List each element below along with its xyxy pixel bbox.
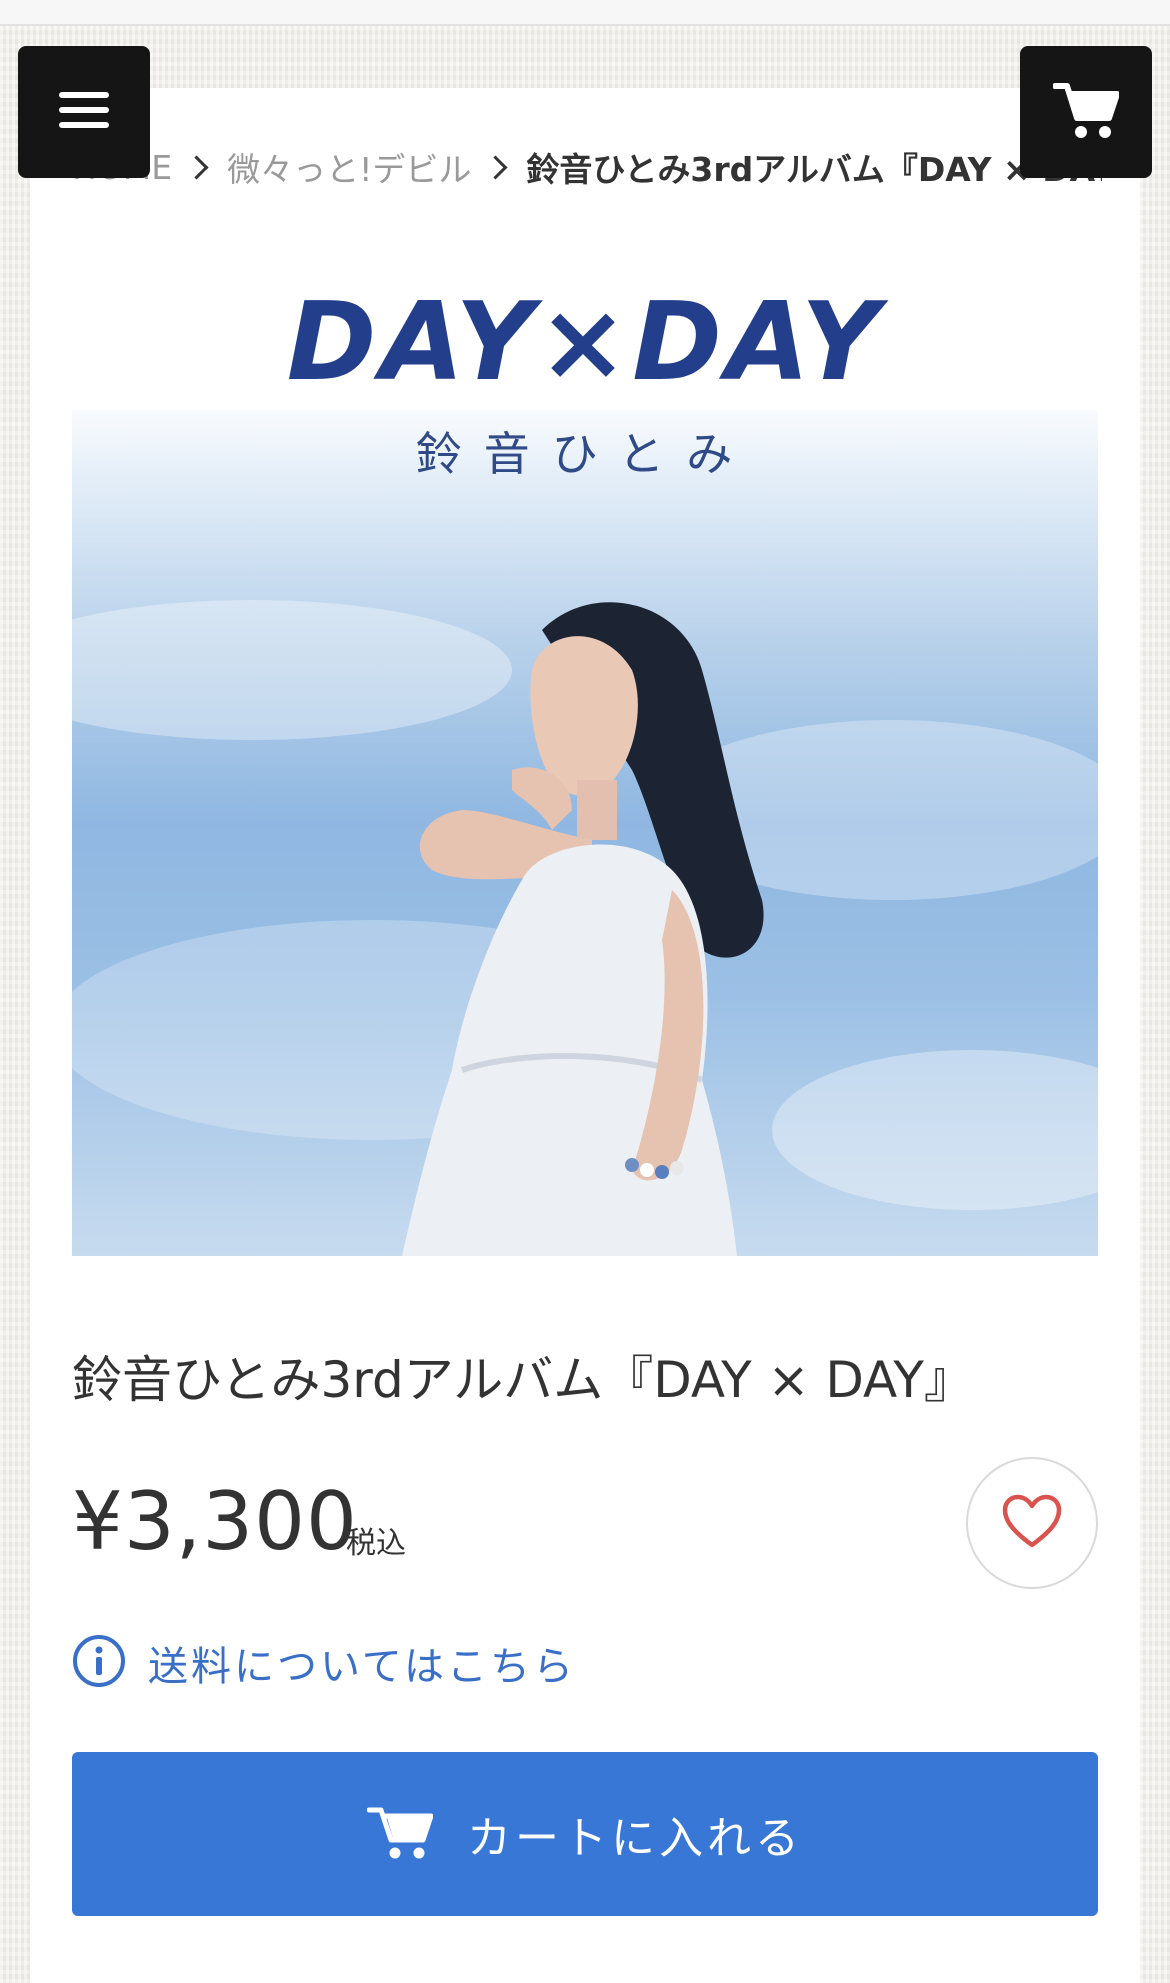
menu-icon [59, 90, 109, 134]
favorite-button[interactable] [966, 1457, 1098, 1589]
add-to-cart-button[interactable]: カートに入れる [72, 1752, 1098, 1916]
menu-button[interactable] [18, 46, 150, 178]
chevron-right-icon [483, 154, 508, 180]
breadcrumb: HOME 微々っと!デビル 鈴音ひとみ3rdアルバム『DAY × DAY』 [72, 142, 1102, 192]
cover-title: DAY×DAY [286, 280, 884, 405]
cover-art: DAY×DAY 鈴音ひとみ [72, 250, 1098, 1256]
breadcrumb-category[interactable]: 微々っと!デビル [227, 143, 471, 191]
breadcrumb-current: 鈴音ひとみ3rdアルバム『DAY × DAY』 [526, 150, 1102, 189]
shipping-info-link[interactable]: 送料についてはこちら [72, 1635, 576, 1691]
product-price: ¥3,300 [72, 1475, 358, 1568]
add-to-cart-label: カートに入れる [467, 1813, 803, 1864]
product-image[interactable]: DAY×DAY 鈴音ひとみ [72, 250, 1098, 1256]
cart-icon [1052, 80, 1120, 144]
heart-icon [1001, 1493, 1063, 1553]
header-cart-button[interactable] [1020, 46, 1152, 178]
shipping-link-text[interactable]: 送料についてはこちら [148, 1634, 576, 1692]
info-icon [72, 1634, 126, 1692]
cover-artist: 鈴音ひとみ [415, 427, 755, 481]
tax-label: 税込 [346, 1526, 406, 1561]
chevron-right-icon [184, 154, 209, 180]
address-bar-strip [0, 0, 1170, 26]
product-title: 鈴音ひとみ3rdアルバム『DAY × DAY』 [72, 1351, 974, 1409]
cart-icon [366, 1804, 434, 1864]
